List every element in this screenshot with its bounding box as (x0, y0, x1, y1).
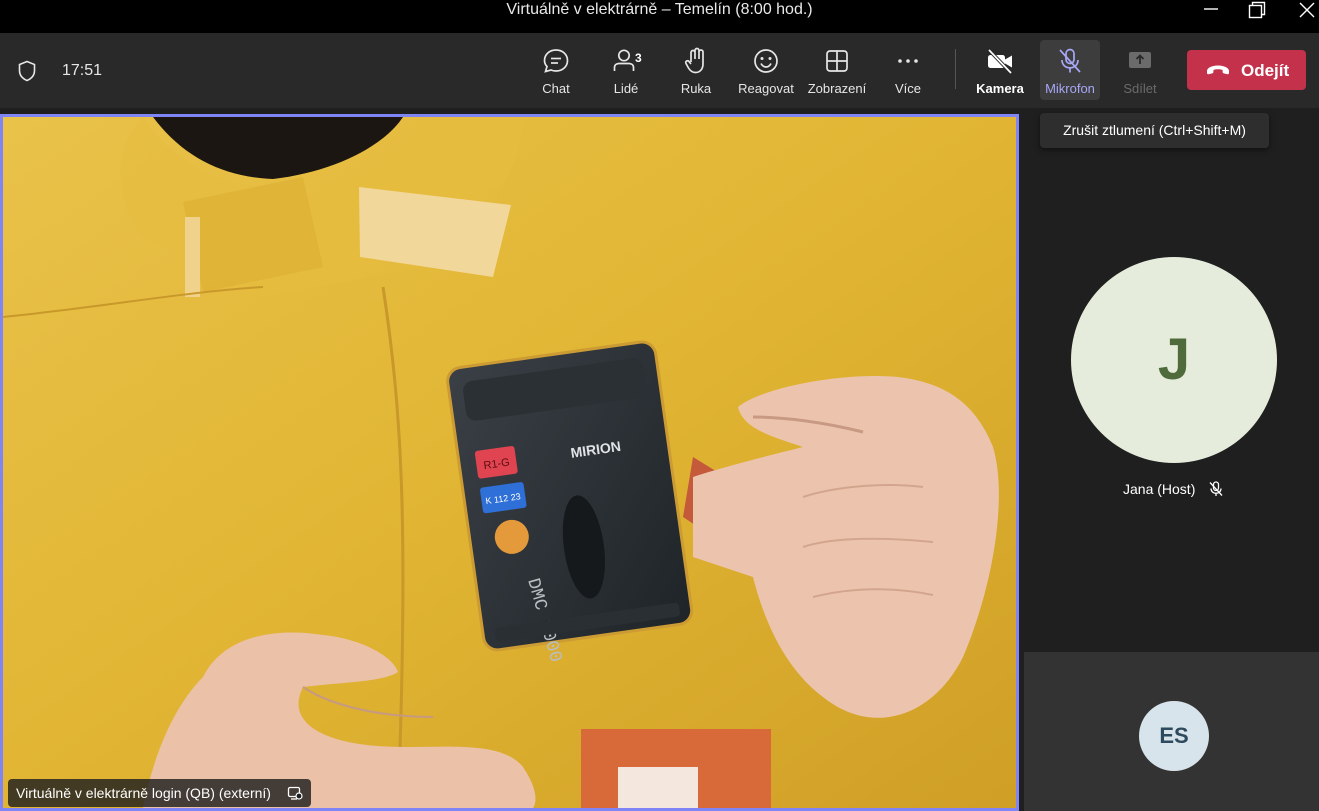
share-label: Sdílet (1123, 81, 1157, 96)
close-button[interactable] (1286, 0, 1319, 20)
hang-up-icon (1207, 65, 1229, 75)
share-button[interactable]: Sdílet (1110, 40, 1170, 100)
chat-button[interactable]: Chat (526, 40, 586, 100)
smiley-icon (754, 49, 778, 73)
camera-label: Kamera (976, 81, 1024, 96)
microphone-label: Mikrofon (1045, 81, 1095, 96)
restore-icon (1248, 1, 1266, 19)
minimize-icon (1204, 8, 1218, 10)
minimize-button[interactable] (1191, 0, 1231, 20)
microphone-muted-icon (1209, 481, 1223, 496)
chat-icon (543, 49, 569, 73)
chat-label: Chat (542, 81, 570, 96)
stage-participant-caption: Virtuálně v elektrárně login (QB) (exter… (8, 779, 311, 807)
more-icon (898, 59, 918, 63)
avatar[interactable]: ES (1139, 701, 1209, 771)
raise-hand-label: Ruka (680, 81, 712, 96)
hand-icon (684, 47, 704, 74)
restore-button[interactable] (1236, 0, 1276, 20)
participant-name: Jana (Host) (1123, 481, 1196, 497)
toolbar-divider (955, 49, 956, 89)
share-screen-icon (1129, 52, 1151, 68)
meeting-timer: 17:51 (62, 62, 103, 79)
window-title: Virtuálně v elektrárně – Temelín (8:00 h… (506, 1, 813, 18)
raise-hand-button[interactable]: Ruka (666, 40, 726, 100)
meeting-toolbar: 17:51 Chat 3 Lidé Ruka Reagovat Zobrazen… (0, 33, 1319, 108)
camera-button[interactable]: Kamera (970, 40, 1030, 100)
grid-view-icon (826, 50, 848, 72)
people-count-badge: 3 (635, 51, 642, 65)
react-label: Reagovat (738, 81, 794, 96)
avatar[interactable]: J (1071, 257, 1277, 463)
react-button[interactable]: Reagovat (736, 40, 796, 100)
view-label: Zobrazení (807, 81, 867, 96)
pin-icon[interactable] (287, 785, 303, 801)
camera-off-icon (987, 48, 1013, 75)
more-label: Více (894, 81, 921, 96)
close-icon (1299, 2, 1315, 18)
microphone-off-icon (1059, 48, 1081, 73)
leave-label: Odejít (1241, 61, 1290, 80)
microphone-tooltip: Zrušit ztlumení (Ctrl+Shift+M) (1040, 113, 1269, 148)
video-feed: MIRION R1-G K 112 23 DMC 3000 (3, 117, 1016, 808)
shield-icon (18, 60, 36, 82)
people-label: Lidé (613, 81, 639, 96)
main-video-stage[interactable]: MIRION R1-G K 112 23 DMC 3000 (0, 114, 1019, 811)
leave-button[interactable]: Odejít (1187, 50, 1306, 90)
more-button[interactable]: Více (878, 40, 938, 100)
stage-caption-text: Virtuálně v elektrárně login (QB) (exter… (16, 785, 271, 801)
people-button[interactable]: 3 Lidé (596, 40, 656, 100)
view-button[interactable]: Zobrazení (807, 40, 867, 100)
title-bar: Virtuálně v elektrárně – Temelín (8:00 h… (0, 0, 1319, 33)
microphone-button[interactable]: Mikrofon (1040, 40, 1100, 100)
